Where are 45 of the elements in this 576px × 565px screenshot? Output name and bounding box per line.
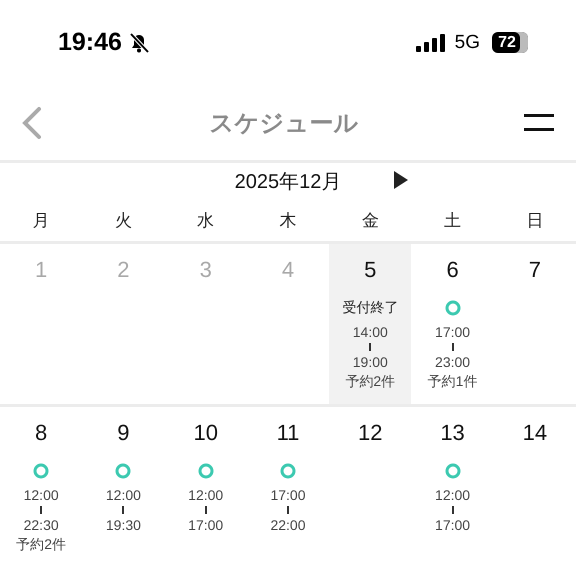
selected-day-cell[interactable]: 5 受付終了 14:00 19:00 予約2件 xyxy=(329,244,412,404)
day-number[interactable]: 13 xyxy=(440,419,465,447)
weekday-label: 金 xyxy=(360,210,380,232)
next-month-button[interactable] xyxy=(394,171,408,189)
day-number[interactable]: 8 xyxy=(35,419,48,447)
day-number[interactable]: 14 xyxy=(522,419,548,447)
start-time: 12:00 xyxy=(435,486,470,504)
day-number[interactable]: 12 xyxy=(358,419,383,447)
weekday-label: 木 xyxy=(278,210,298,232)
battery-icon: 72 xyxy=(492,32,528,53)
status-label: 受付終了 xyxy=(342,299,398,317)
muted-bell-icon xyxy=(128,32,150,54)
booking-count: 予約2件 xyxy=(345,372,396,391)
end-time: 19:00 xyxy=(352,353,388,371)
end-time: 17:00 xyxy=(435,516,470,534)
booking-count: 予約2件 xyxy=(16,535,66,554)
day-number[interactable]: 11 xyxy=(276,419,300,447)
clock-time: 19:46 xyxy=(58,28,122,57)
network-label: 5G xyxy=(454,32,480,54)
weekday-label: 水 xyxy=(196,210,216,232)
day-number[interactable]: 9 xyxy=(117,419,130,447)
start-time: 14:00 xyxy=(352,323,388,341)
weekday-label: 月 xyxy=(32,210,51,232)
day-number[interactable]: 5 xyxy=(364,256,376,284)
day-number[interactable]: 10 xyxy=(193,419,218,447)
weekday-label: 火 xyxy=(114,210,133,232)
signal-icon xyxy=(416,34,445,52)
end-time: 17:00 xyxy=(188,516,224,534)
end-time: 22:30 xyxy=(24,516,59,534)
end-time: 23:00 xyxy=(435,353,470,371)
start-time: 17:00 xyxy=(435,323,470,341)
weekday-label: 日 xyxy=(525,210,544,232)
day-number[interactable]: 6 xyxy=(446,256,459,284)
weekday-label: 土 xyxy=(443,210,462,232)
start-time: 12:00 xyxy=(188,486,224,504)
menu-button[interactable] xyxy=(524,112,556,134)
day-number[interactable]: 7 xyxy=(528,256,541,284)
month-label: 2025年12月 xyxy=(234,170,342,194)
start-time: 17:00 xyxy=(270,486,306,504)
end-time: 22:00 xyxy=(270,516,306,534)
page-title: スケジュール xyxy=(210,108,358,138)
start-time: 12:00 xyxy=(106,486,141,504)
booking-count: 予約1件 xyxy=(428,372,478,391)
start-time: 12:00 xyxy=(24,486,59,504)
end-time: 19:30 xyxy=(106,516,141,534)
